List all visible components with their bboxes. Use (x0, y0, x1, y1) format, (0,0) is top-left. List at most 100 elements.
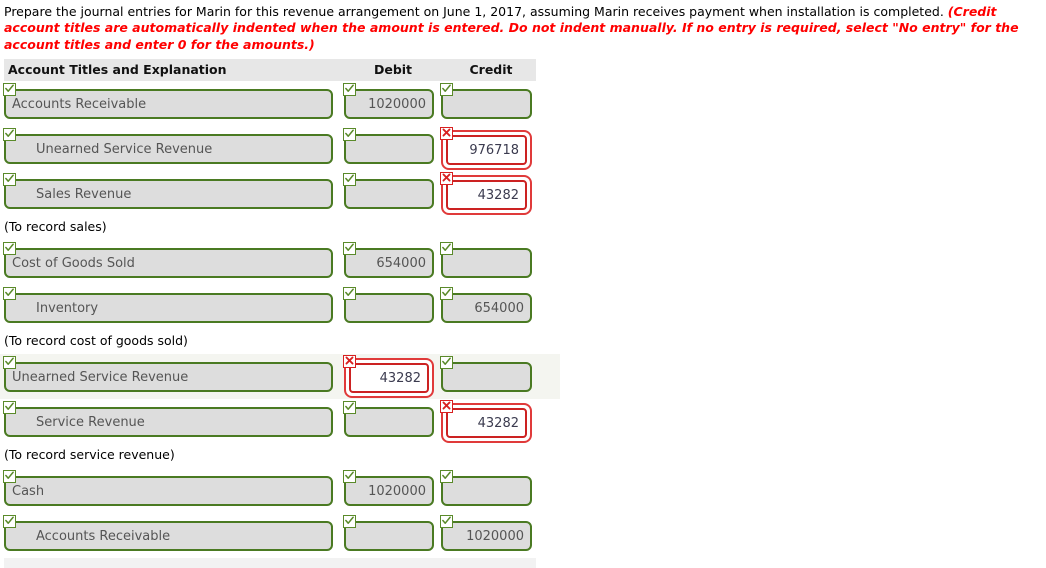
check-icon (343, 242, 356, 256)
debit-amount-field[interactable] (343, 287, 434, 324)
check-icon (343, 401, 356, 415)
credit-amount-field[interactable]: 43282 (440, 172, 532, 216)
check-icon (440, 242, 453, 256)
debit-amount-field[interactable] (343, 128, 434, 165)
table-body: Accounts Receivable 1020000 Unearned Servi… (0, 81, 1046, 558)
check-icon (3, 83, 16, 97)
debit-amount-field[interactable]: 43282 (343, 355, 434, 399)
check-icon (3, 287, 16, 301)
table-row: Service Revenue 43282 (0, 399, 560, 444)
clipped-bottom-text (4, 558, 536, 568)
table-row: Accounts Receivable 1020000 (0, 513, 560, 558)
debit-amount-field[interactable]: 654000 (343, 242, 434, 279)
entry-caption-label: (To record service revenue) (4, 447, 175, 463)
check-icon (3, 470, 16, 484)
check-icon (3, 515, 16, 529)
account-title-input[interactable]: Unearned Service Revenue (4, 362, 333, 393)
debit-amount-input[interactable]: 654000 (344, 248, 434, 279)
account-title-field[interactable]: Cost of Goods Sold (3, 242, 333, 279)
invalid-field-outline: 43282 (441, 403, 532, 444)
credit-amount-input[interactable]: 1020000 (441, 521, 532, 552)
account-title-input[interactable]: Cash (4, 476, 333, 507)
account-title-value: Unearned Service Revenue (36, 141, 213, 157)
journal-entry-table: Account Titles and Explanation Debit Cre… (0, 59, 1046, 568)
credit-amount-input[interactable] (441, 362, 532, 393)
account-title-field[interactable]: Unearned Service Revenue (3, 128, 333, 165)
account-title-value: Service Revenue (36, 414, 145, 430)
credit-amount-field[interactable] (440, 83, 532, 120)
check-icon (3, 401, 16, 415)
invalid-field-outline: 976718 (441, 130, 532, 171)
credit-amount-field[interactable] (440, 356, 532, 393)
credit-amount-input[interactable]: 43282 (446, 180, 527, 211)
account-title-value: Cost of Goods Sold (12, 255, 135, 271)
credit-amount-input[interactable]: 43282 (446, 408, 527, 439)
entry-caption-row: (To record sales) (0, 216, 560, 240)
question-prompt: Prepare the journal entries for Marin fo… (0, 0, 1036, 53)
check-icon (3, 173, 16, 187)
account-title-field[interactable]: Cash (3, 470, 333, 507)
debit-amount-input[interactable]: 1020000 (344, 89, 434, 120)
credit-amount-value: 976718 (469, 142, 519, 158)
check-icon (343, 173, 356, 187)
debit-amount-field[interactable]: 1020000 (343, 470, 434, 507)
check-icon (3, 128, 16, 142)
account-title-value: Unearned Service Revenue (12, 369, 189, 385)
debit-amount-input[interactable] (344, 293, 434, 324)
credit-amount-field[interactable]: 976718 (440, 127, 532, 171)
debit-amount-input[interactable] (344, 407, 434, 438)
debit-amount-field[interactable] (343, 515, 434, 552)
account-title-field[interactable]: Sales Revenue (3, 173, 333, 210)
credit-amount-value: 1020000 (466, 528, 524, 544)
check-icon (440, 83, 453, 97)
debit-amount-value: 654000 (376, 255, 426, 271)
credit-amount-field[interactable] (440, 470, 532, 507)
credit-amount-field[interactable]: 1020000 (440, 515, 532, 552)
debit-amount-input[interactable] (344, 134, 434, 165)
account-title-field[interactable]: Inventory (3, 287, 333, 324)
account-title-field[interactable]: Unearned Service Revenue (3, 356, 333, 393)
credit-amount-input[interactable] (441, 476, 532, 507)
account-title-field[interactable]: Accounts Receivable (3, 515, 333, 552)
credit-amount-field[interactable] (440, 242, 532, 279)
credit-amount-input[interactable] (441, 89, 532, 120)
credit-amount-field[interactable]: 43282 (440, 400, 532, 444)
account-title-input[interactable]: Sales Revenue (4, 179, 333, 210)
column-header-credit: Credit (469, 62, 513, 78)
debit-amount-input[interactable]: 43282 (349, 363, 429, 394)
entry-caption-row: (To record service revenue) (0, 444, 560, 468)
account-title-input[interactable]: Service Revenue (4, 407, 333, 438)
entry-caption-label: (To record cost of goods sold) (4, 333, 188, 349)
table-header-row: Account Titles and Explanation Debit Cre… (4, 59, 536, 82)
check-icon (343, 83, 356, 97)
credit-amount-input[interactable]: 976718 (446, 135, 527, 166)
account-title-input[interactable]: Accounts Receivable (4, 521, 333, 552)
account-title-field[interactable]: Accounts Receivable (3, 83, 333, 120)
check-icon (440, 515, 453, 529)
credit-amount-value: 43282 (477, 415, 519, 431)
account-title-input[interactable]: Inventory (4, 293, 333, 324)
debit-amount-input[interactable] (344, 521, 434, 552)
debit-amount-field[interactable]: 1020000 (343, 83, 434, 120)
credit-amount-field[interactable]: 654000 (440, 287, 532, 324)
account-title-value: Cash (12, 483, 45, 499)
account-title-field[interactable]: Service Revenue (3, 401, 333, 438)
account-title-input[interactable]: Accounts Receivable (4, 89, 333, 120)
table-row: Unearned Service Revenue 976718 (0, 126, 560, 171)
debit-amount-input[interactable]: 1020000 (344, 476, 434, 507)
cross-icon (440, 400, 453, 414)
debit-amount-field[interactable] (343, 401, 434, 438)
check-icon (440, 287, 453, 301)
check-icon (343, 470, 356, 484)
debit-amount-value: 1020000 (368, 483, 426, 499)
account-title-input[interactable]: Unearned Service Revenue (4, 134, 333, 165)
credit-amount-value: 43282 (477, 187, 519, 203)
debit-amount-field[interactable] (343, 173, 434, 210)
debit-amount-input[interactable] (344, 179, 434, 210)
credit-amount-input[interactable]: 654000 (441, 293, 532, 324)
account-title-input[interactable]: Cost of Goods Sold (4, 248, 333, 279)
entry-caption-row: (To record cost of goods sold) (0, 330, 560, 354)
credit-amount-input[interactable] (441, 248, 532, 279)
check-icon (440, 356, 453, 370)
debit-amount-value: 43282 (379, 370, 421, 386)
